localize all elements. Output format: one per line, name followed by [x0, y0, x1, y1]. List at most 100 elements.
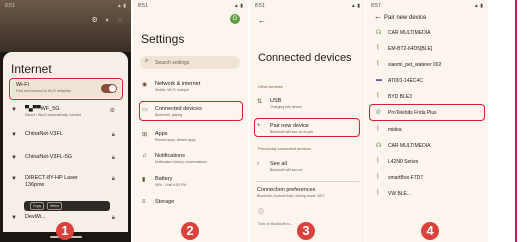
mirror-chip[interactable]: Mirror [47, 202, 63, 210]
headset-icon: ☊ [376, 143, 382, 149]
status-time: 8:51 [255, 3, 265, 9]
network-item[interactable]: ▼ ChinaNet-V3FL-5G 🔒︎ [11, 152, 121, 170]
device-item[interactable]: ᛒ L42N0 Series [370, 155, 484, 169]
status-bar: 8:51 ▲ ▮ [255, 3, 360, 11]
item-sub: Bluetooth, Android Auto, driving mode, N… [257, 194, 325, 198]
settings-icon[interactable]: ⚙ [110, 107, 115, 114]
item-title: USB [270, 98, 282, 104]
settings-panel: 8:51 ▲ ▮ G Settings ⌕ Search settings ◉ … [133, 0, 248, 242]
settings-item-notifications[interactable]: ♫ Notifications Notification history, co… [140, 150, 242, 170]
search-icon: ⌕ [145, 58, 149, 64]
chevron-right-icon: › [257, 161, 259, 167]
status-bar: 8:51 ▲ ▮ [138, 3, 243, 11]
storage-icon: ≡ [142, 199, 146, 205]
avatar[interactable]: G [230, 14, 240, 24]
item-sub: 95% - Until 6:00 PM [155, 183, 187, 187]
device-item[interactable]: ▬ AT001-14EC4C [370, 74, 484, 88]
connected-devices-panel: 8:51 ▲ ▮ ← Connected devices Other devic… [250, 0, 365, 242]
device-item[interactable]: ☊ CAR MULTIMEDIA [370, 26, 484, 40]
copy-chip[interactable]: Copy [30, 202, 45, 210]
back-arrow-icon[interactable]: ← [374, 12, 382, 21]
device-highlight-box [369, 104, 485, 121]
bluetooth-icon: ᛒ [376, 93, 380, 99]
step-badge: 4 [421, 222, 439, 240]
device-item[interactable]: ᛒ EM-BT2-64D5[BLE] [370, 42, 484, 56]
status-time: 8:51 [138, 3, 148, 9]
network-name: DIRECT-8Y-HP Laser 136pnw [25, 175, 78, 188]
device-name: EM-BT2-64D5[BLE] [388, 46, 433, 52]
settings-item-apps[interactable]: ⊞ Apps Recent apps, default apps [140, 128, 242, 148]
divider [256, 181, 359, 182]
status-icons: ▲ ▮ [473, 3, 483, 9]
network-name: DevWi... [25, 214, 46, 220]
status-time: 8:57 [371, 3, 381, 9]
pair-highlight-box [254, 118, 360, 137]
laptop-icon: ▬ [376, 77, 382, 83]
headset-icon: ☊ [376, 30, 382, 36]
device-item[interactable]: ☊ CAR MULTIMEDIA [370, 139, 484, 153]
settings-item-storage[interactable]: ≡ Storage [140, 196, 242, 216]
lock-icon: 🔒︎ [111, 215, 115, 221]
screenshot-toolbar: Copy Mirror [24, 201, 110, 211]
wifi-highlight-box [9, 78, 123, 100]
lock-icon: 🔒︎ [111, 132, 115, 138]
device-name: BYD BLE3 [388, 94, 412, 100]
device-name: CAR MULTIMEDIA [388, 143, 431, 149]
item-title: Apps [155, 131, 168, 137]
network-item[interactable]: ▼ ▀▄▀▀WF_5G Saved / Won't automatically … [11, 104, 121, 122]
item-sub: Recent apps, default apps [155, 138, 196, 142]
item-title: Connection preferences [257, 187, 316, 193]
search-placeholder: Search settings [155, 59, 190, 66]
accent-divider [515, 0, 517, 242]
bluetooth-icon: ᛒ [376, 126, 380, 132]
connected-devices-highlight-box [139, 101, 243, 121]
device-item[interactable]: ᛒ BYD BLE3 [370, 90, 484, 104]
wifi-icon: ◉ [142, 82, 148, 88]
section-label: Other devices [258, 84, 283, 89]
device-name: midea [388, 127, 402, 133]
step-badge: 3 [297, 222, 315, 240]
status-bar: 8:51 ▲ ▮ [5, 3, 126, 11]
lock-icon: 🔒︎ [111, 176, 115, 182]
device-item[interactable]: ᛒ VW BLE... [370, 187, 484, 201]
settings-item-network[interactable]: ◉ Network & internet Mobile, Wi-Fi, hots… [140, 78, 242, 98]
sheet-title: Internet [11, 62, 52, 76]
item-title: Network & internet [155, 81, 201, 87]
page-title: Pair new device [384, 15, 427, 21]
lock-icon: 🔒︎ [111, 155, 115, 161]
network-item[interactable]: ▼ DIRECT-8Y-HP Laser 136pnw 🔒︎ [11, 173, 121, 191]
wifi-icon: ▼ [11, 107, 17, 113]
bluetooth-icon: ᛒ [376, 174, 380, 180]
item-sub: Charging this device [270, 105, 302, 109]
wifi-icon: ▼ [11, 176, 17, 182]
back-arrow-icon[interactable]: ← [258, 16, 266, 25]
status-bar: 8:57 ▲ ▮ [371, 3, 483, 11]
device-name: VW BLE... [388, 191, 412, 197]
device-name: AT001-14EC4C [388, 78, 423, 84]
device-name: CAR MULTIMEDIA [388, 30, 431, 36]
wifi-icon: ▼ [11, 215, 17, 221]
device-item[interactable]: ᛒ midea [370, 123, 484, 137]
settings-item-battery[interactable]: ▮ Battery 95% - Until 6:00 PM [140, 173, 242, 193]
device-item[interactable]: ᛒ smartBox-F7D7 [370, 171, 484, 185]
item-sub: Bluetooth will turn on [270, 168, 303, 172]
quick-icons: ⚙ ◐ ◌ [91, 17, 125, 24]
step-badge: 2 [181, 222, 199, 240]
network-item[interactable]: ▼ ChinaNet-V3FL 🔒︎ [11, 129, 121, 147]
page-title: Connected devices [258, 52, 352, 64]
search-input[interactable]: ⌕ Search settings [140, 56, 240, 69]
see-all-item[interactable]: › See all Bluetooth will turn on [255, 158, 357, 178]
status-time: 8:51 [5, 3, 15, 9]
device-item[interactable]: ᛒ xiaomi_pet_waterer 002 [370, 58, 484, 72]
network-name: ▀▄▀▀WF_5G [25, 106, 60, 112]
item-sub: Mobile, Wi-Fi, hotspot [155, 88, 189, 92]
network-sub: Saved / Won't automatically connect [25, 113, 82, 117]
section-label: Previously connected devices [258, 146, 311, 151]
item-sub: Notification history, conversations [155, 160, 207, 164]
connection-preferences-item[interactable]: Connection preferences Bluetooth, Androi… [251, 184, 353, 204]
usb-item[interactable]: ⇅ USB Charging this device [255, 95, 357, 115]
wifi-icon: ▼ [11, 155, 17, 161]
bell-icon: ♫ [142, 153, 147, 159]
internet-sheet: Internet Wi-Fi Find and connect to Wi-Fi… [3, 52, 128, 242]
device-name: xiaomi_pet_waterer 002 [388, 62, 442, 68]
